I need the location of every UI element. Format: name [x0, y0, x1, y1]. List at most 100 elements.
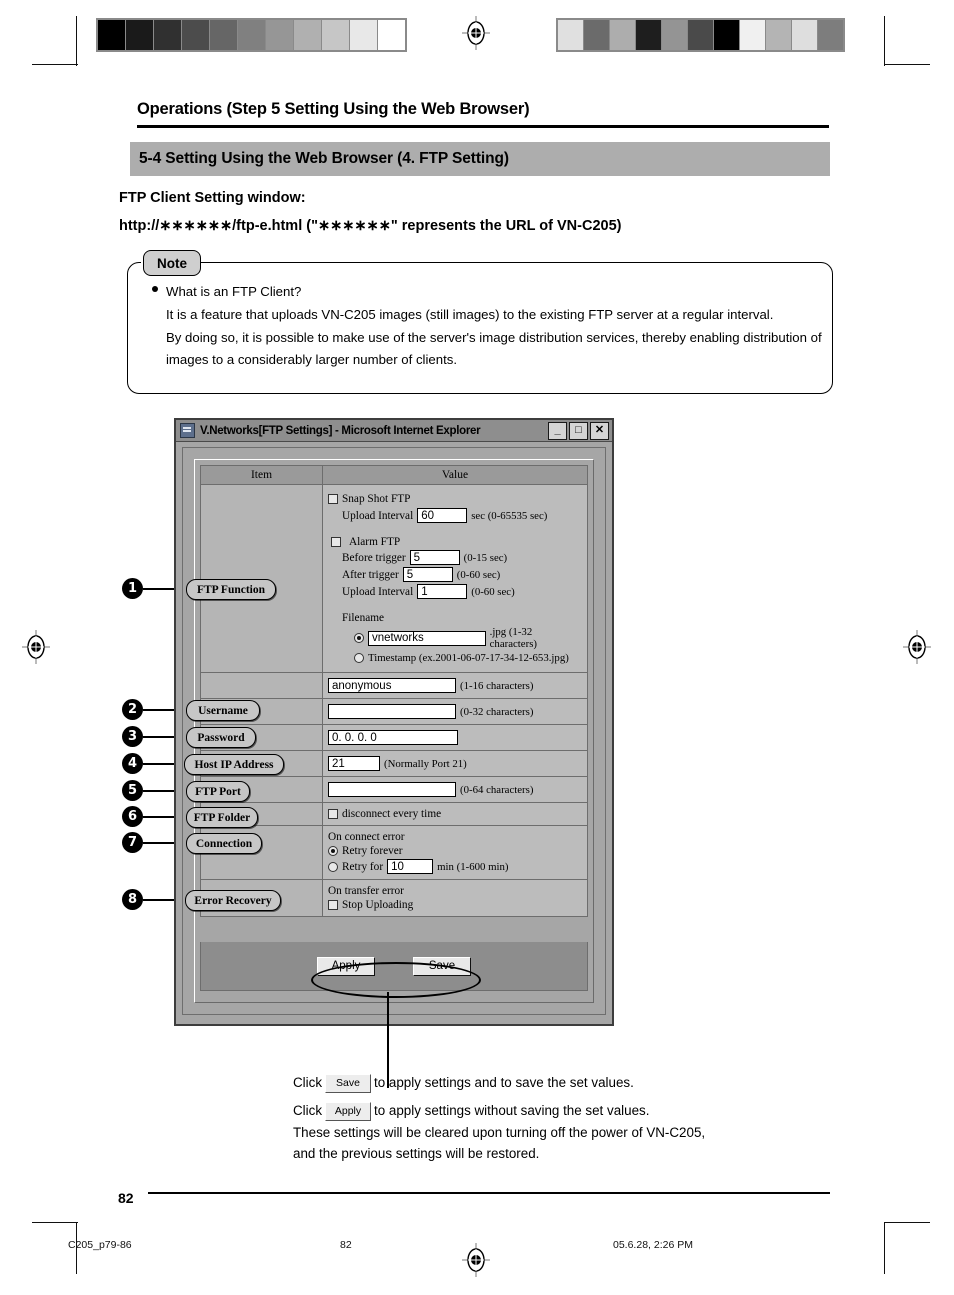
callout-number-1: 1: [122, 578, 143, 599]
crop-mark-top-left-vertical: [76, 16, 77, 66]
filename-timestamp-row: Timestamp (ex.2001-06-07-17-34-12-653.jp…: [328, 652, 582, 664]
row-item-cell-username: [201, 673, 323, 698]
ftp-client-window-label: FTP Client Setting window:: [119, 190, 306, 206]
minimize-icon[interactable]: _: [548, 421, 567, 440]
caption-save-button-icon: Save: [325, 1073, 372, 1093]
filename-input[interactable]: vnetworks: [367, 630, 486, 646]
alarm-upload-interval-row: Upload Interval 1 (0-60 sec): [328, 584, 582, 599]
callout-pill-ftp-folder: FTP Folder: [186, 807, 258, 828]
caption-apply-line3: These settings will be cleared upon turn…: [293, 1124, 706, 1140]
save-button[interactable]: Save: [413, 956, 471, 976]
callout-7-label: Connection: [195, 837, 253, 850]
after-trigger-input[interactable]: 5: [402, 567, 453, 582]
snapshot-ftp-label: Snap Shot FTP: [342, 493, 411, 505]
page-header: Operations (Step 5 Setting Using the Web…: [137, 100, 829, 128]
username-input[interactable]: anonymous: [328, 678, 456, 693]
table-row-ftp-folder: (0-64 characters): [201, 777, 587, 803]
calibration-left-swatch-7: [266, 20, 293, 50]
disconnect-every-time-checkbox[interactable]: [328, 809, 338, 819]
ftp-folder-hint: (0-64 characters): [460, 783, 534, 796]
stop-uploading-checkbox[interactable]: [328, 900, 338, 910]
close-icon[interactable]: ✕: [590, 421, 609, 440]
page-footer-rule: [148, 1192, 830, 1195]
filename-custom-row: vnetworks .jpg (1-32 characters): [328, 626, 582, 650]
password-input[interactable]: [328, 704, 456, 719]
calibration-right-swatch-2: [584, 20, 609, 50]
registration-mark-top: [462, 16, 490, 50]
calibration-left-swatch-2: [126, 20, 153, 50]
maximize-glyph: □: [575, 424, 582, 436]
snapshot-ftp-checkbox[interactable]: [328, 494, 338, 504]
caption-apply-line4: and the previous settings will be restor…: [293, 1146, 540, 1162]
table-row-username: anonymous (1-16 characters): [201, 673, 587, 699]
callout-6-num-text: 6: [127, 809, 138, 824]
row-value-cell-connect-error: On connect error Retry forever Retry for…: [323, 826, 587, 879]
alarm-upload-interval-label: Upload Interval: [342, 585, 414, 598]
table-row-connection: disconnect every time: [201, 803, 587, 826]
before-trigger-value: 5: [413, 551, 421, 564]
calibration-right-swatch-1: [558, 20, 583, 50]
row-value-cell-connection: disconnect every time: [323, 803, 587, 825]
calibration-left-swatch-11: [378, 20, 405, 50]
callout-number-4: 4: [122, 753, 143, 774]
after-trigger-row: After trigger 5 (0-60 sec): [328, 567, 582, 582]
table-header-row: Item Value: [201, 466, 587, 485]
ftp-client-url-label: http://∗∗∗∗∗∗/ftp-e.html ("∗∗∗∗∗∗" repre…: [119, 218, 622, 234]
caption-apply: Click Apply to apply settings without savi…: [293, 1100, 705, 1165]
crop-mark-bottom-right-vertical: [884, 1222, 885, 1274]
table-row-host-ip-address: 0. 0. 0. 0: [201, 725, 587, 751]
callout-pill-host-ip-address: Host IP Address: [184, 754, 284, 775]
row-value-cell-ftp-function: Snap Shot FTP Upload Interval 60 sec (0-…: [323, 485, 587, 672]
minimize-glyph: _: [554, 424, 561, 436]
alarm-upload-interval-input[interactable]: 1: [417, 584, 468, 599]
calibration-right-swatch-4: [636, 20, 661, 50]
transfer-error-heading-row: On transfer error: [328, 885, 582, 897]
footer-file-name: C205_p79-86: [68, 1239, 132, 1251]
grayscale-calibration-bar-left: [96, 18, 407, 52]
ftp-folder-input[interactable]: [328, 782, 456, 797]
ftp-port-input[interactable]: 21: [328, 756, 380, 771]
alarm-ftp-checkbox[interactable]: [331, 537, 341, 547]
calibration-right-swatch-6: [688, 20, 713, 50]
caption-apply-button-icon: Apply: [325, 1101, 372, 1121]
alarm-ftp-label: Alarm FTP: [349, 536, 401, 548]
before-trigger-input[interactable]: 5: [409, 550, 460, 565]
filename-timestamp-radio[interactable]: [354, 653, 364, 663]
page-number: 82: [118, 1190, 134, 1206]
filename-custom-radio[interactable]: [354, 633, 364, 643]
retry-for-radio[interactable]: [328, 861, 338, 872]
retry-forever-radio[interactable]: [328, 846, 338, 856]
alarm-upload-interval-hint: (0-60 sec): [471, 585, 515, 598]
note-paragraph-1: It is a feature that uploads VN-C205 ima…: [166, 306, 774, 322]
page-header-rule: [137, 125, 829, 128]
registration-mark-left: [22, 630, 50, 664]
host-ip-input[interactable]: 0. 0. 0. 0: [328, 730, 458, 745]
retry-forever-label: Retry forever: [342, 845, 403, 857]
snapshot-interval-input[interactable]: 60: [417, 508, 468, 523]
connect-error-heading-row: On connect error: [328, 831, 582, 843]
note-body: What is an FTP Client? It is a feature t…: [150, 281, 822, 372]
crop-mark-top-left-horizontal: [32, 64, 78, 65]
section-title-bar: 5-4 Setting Using the Web Browser (4. FT…: [130, 142, 830, 176]
calibration-left-swatch-1: [98, 20, 125, 50]
calibration-left-swatch-4: [182, 20, 209, 50]
filename-timestamp-label: Timestamp (ex.2001-06-07-17-34-12-653.jp…: [368, 652, 569, 664]
filename-value: vnetworks: [371, 632, 424, 644]
caption-save-button-label: Save: [336, 1076, 360, 1089]
table-row-connect-error: On connect error Retry forever Retry for…: [201, 826, 587, 880]
retry-for-input[interactable]: 10: [387, 859, 434, 874]
internet-explorer-page-icon: [180, 423, 195, 438]
alarm-upload-interval-value: 1: [421, 585, 428, 598]
callout-2-num-text: 2: [127, 702, 138, 717]
callout-pill-ftp-port: FTP Port: [186, 781, 250, 802]
browser-title-bar[interactable]: V.Networks[FTP Settings] - Microsoft Int…: [176, 420, 612, 442]
maximize-icon[interactable]: □: [569, 421, 588, 440]
username-value: anonymous: [332, 679, 392, 692]
calibration-right-swatch-7: [714, 20, 739, 50]
calibration-left-swatch-6: [238, 20, 265, 50]
apply-button[interactable]: Apply: [317, 956, 375, 976]
footer-page-number: 82: [340, 1239, 352, 1251]
after-trigger-label: After trigger: [342, 568, 399, 581]
row-value-cell-ftp-port: 21 (Normally Port 21): [323, 751, 587, 776]
apply-button-label: Apply: [331, 960, 361, 972]
